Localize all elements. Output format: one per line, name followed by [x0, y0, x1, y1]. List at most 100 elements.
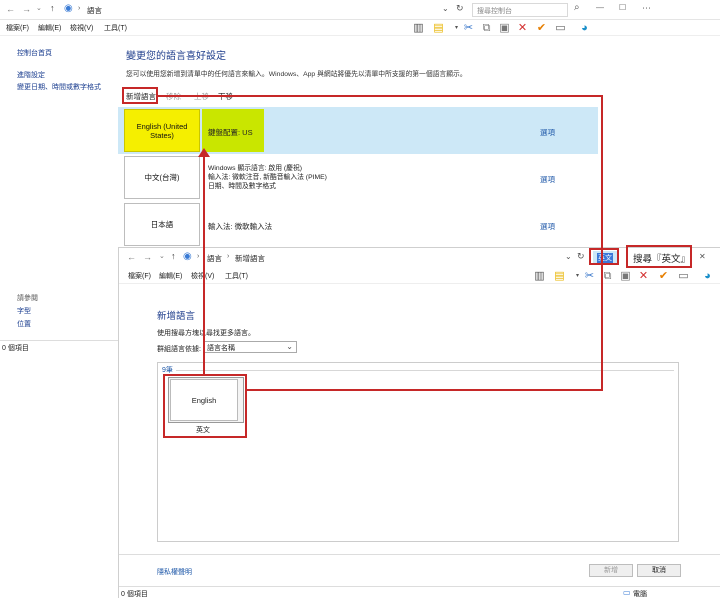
dropdown-arrow-icon[interactable]: ⌄ — [442, 4, 449, 13]
menu-tools[interactable]: 工具(T) — [104, 23, 127, 33]
front-search-input[interactable]: 英文 — [593, 251, 617, 265]
result-tile-name: English — [191, 395, 217, 405]
paste-icon[interactable]: ▣ — [498, 22, 511, 35]
breadcrumb-languages[interactable]: 語言 — [87, 5, 102, 16]
page-description: 您可以使用您新增到清單中的任何語言來輸入。Windows、App 與網站將優先以… — [126, 71, 467, 78]
language-row-chinese[interactable]: 中文(台灣) Windows 顯示語言: 啟用 (慶祝) 輸入法: 微軟注音, … — [118, 154, 598, 201]
front-delete-icon[interactable]: ✕ — [637, 270, 650, 283]
front-status-bar: 0 個項目 ▭ 電腦 — [119, 586, 720, 598]
delete-icon[interactable]: ✕ — [516, 22, 529, 35]
language-detail-japanese: 輸入法: 微軟輸入法 — [208, 222, 273, 231]
language-tile-english[interactable]: English (United States) — [124, 109, 200, 152]
front-recent-chevron-icon[interactable]: ⌄ — [159, 252, 165, 260]
front-breadcrumb-add-language[interactable]: 新增語言 — [235, 253, 265, 264]
front-globe-icon[interactable]: ◕ — [701, 270, 714, 283]
rename-icon[interactable]: ▭ — [554, 22, 567, 35]
search-icon[interactable]: ⌕ — [574, 2, 580, 13]
front-copy-icon[interactable]: ⧉ — [601, 270, 614, 283]
options-link-japanese[interactable]: 選項 — [540, 221, 555, 232]
forward-arrow-icon[interactable]: → — [22, 4, 31, 14]
sidebar-advanced-settings[interactable]: 進階設定 — [17, 70, 45, 80]
menu-view[interactable]: 檢視(V) — [70, 23, 93, 33]
add-language-window: ← → ⌄ ↑ ◉ › 語言 › 新增語言 ⌄ ↻ 英文 搜尋『英文』 ✕ 檔案… — [118, 247, 720, 598]
cut-icon[interactable]: ✂ — [462, 22, 475, 35]
back-menu-bar: 檔案(F) 編輯(E) 檢視(V) 工具(T) ▥ ▤ ▾ ✂ ⧉ ▣ ✕ ✔ … — [0, 20, 720, 36]
language-detail-chinese: Windows 顯示語言: 啟用 (慶祝) 輸入法: 微軟注音, 新酷音輸入法 … — [208, 165, 327, 190]
group-by-label: 群組語言依據: — [157, 346, 201, 353]
menu-file[interactable]: 檔案(F) — [6, 23, 29, 33]
back-address-bar: ← → ⌄ ↑ ◉ › 語言 ⌄ ↻ 搜尋控制台 ⌕ — ☐ ⋯ — [0, 0, 720, 20]
add-language-button[interactable]: 新增語言 — [126, 91, 156, 102]
move-down-button[interactable]: 下移 — [218, 91, 233, 102]
front-folder-options-icon[interactable]: ▤ — [553, 270, 566, 283]
arrowhead-up-icon — [198, 148, 210, 157]
move-up-button[interactable]: 上移 — [194, 91, 209, 102]
group-divider — [176, 370, 674, 371]
front-control-panel-icon: ◉ — [183, 251, 192, 262]
close-search-tab-icon[interactable]: ✕ — [699, 252, 706, 261]
footer-divider — [119, 554, 720, 555]
front-dropdown-arrow-icon[interactable]: ⌄ — [565, 252, 572, 261]
folder-options-icon[interactable]: ▤ — [432, 22, 445, 35]
language-tile-japanese[interactable]: 日本語 — [124, 203, 200, 246]
front-menu-bar: 檔案(F) 編輯(E) 檢視(V) 工具(T) ▥ ▤ ▾ ✂ ⧉ ▣ ✕ ✔ … — [119, 268, 720, 284]
options-link-chinese[interactable]: 選項 — [540, 174, 555, 185]
front-check-icon[interactable]: ✔ — [657, 270, 670, 283]
control-panel-icon: ◉ — [64, 3, 73, 14]
front-cut-icon[interactable]: ✂ — [583, 270, 596, 283]
up-arrow-icon[interactable]: ↑ — [50, 3, 55, 13]
remove-language-button[interactable]: 移除 — [166, 91, 181, 102]
front-refresh-icon[interactable]: ↻ — [577, 251, 585, 262]
language-detail-english: 鍵盤配置: US — [208, 128, 253, 137]
options-link-english[interactable]: 選項 — [540, 127, 555, 138]
menu-edit[interactable]: 編輯(E) — [38, 23, 61, 33]
cancel-button[interactable]: 取消 — [637, 564, 681, 577]
copy-icon[interactable]: ⧉ — [480, 22, 493, 35]
sidebar-change-datetime[interactable]: 變更日期、時間或數字格式 — [17, 82, 101, 92]
add-button[interactable]: 新增 — [589, 564, 633, 577]
toolbar-more-icon[interactable]: ⋯ — [642, 3, 651, 14]
globe-icon[interactable]: ◕ — [578, 22, 591, 35]
back-arrow-icon[interactable]: ← — [6, 4, 15, 14]
front-paste-icon[interactable]: ▣ — [619, 270, 632, 283]
result-count: 9筆 — [162, 367, 173, 374]
sidebar-control-panel-home[interactable]: 控制台首頁 — [17, 48, 52, 58]
search-input[interactable]: 搜尋控制台 — [472, 3, 568, 17]
back-status-bar: 0 個項目 — [0, 340, 118, 352]
minimize-icon[interactable]: — — [596, 3, 604, 12]
front-breadcrumb-separator2-icon: › — [227, 253, 230, 260]
front-address-bar: ← → ⌄ ↑ ◉ › 語言 › 新增語言 ⌄ ↻ 英文 搜尋『英文』 ✕ — [119, 248, 720, 268]
check-icon[interactable]: ✔ — [535, 22, 548, 35]
sidebar-fonts[interactable]: 字型 — [17, 306, 31, 316]
language-results-pane: 9筆 English 英文 — [157, 362, 679, 542]
maximize-icon[interactable]: ☐ — [619, 3, 626, 12]
front-forward-arrow-icon[interactable]: → — [143, 252, 152, 262]
front-breadcrumb-languages[interactable]: 語言 — [207, 253, 222, 264]
front-layout-icon[interactable]: ▥ — [533, 270, 546, 283]
front-menu-tools[interactable]: 工具(T) — [225, 271, 248, 281]
language-row-japanese[interactable]: 日本語 輸入法: 微軟輸入法 選項 — [118, 201, 598, 248]
front-up-arrow-icon[interactable]: ↑ — [171, 251, 176, 261]
recent-chevron-icon[interactable]: ⌄ — [36, 4, 42, 12]
front-menu-file[interactable]: 檔案(F) — [128, 271, 151, 281]
add-language-title: 新增語言 — [157, 311, 196, 322]
front-rename-icon[interactable]: ▭ — [677, 270, 690, 283]
front-menu-view[interactable]: 檢視(V) — [191, 271, 214, 281]
language-tile-english-result[interactable]: English — [168, 377, 244, 423]
privacy-link[interactable]: 隱私權聲明 — [157, 567, 192, 577]
layout-icon[interactable]: ▥ — [412, 22, 425, 35]
sidebar-see-also: 請參閱 — [17, 295, 38, 302]
language-tile-chinese[interactable]: 中文(台灣) — [124, 156, 200, 199]
computer-icon: ▭ — [623, 588, 631, 597]
language-row-english[interactable]: English (United States) 鍵盤配置: US 選項 — [118, 107, 598, 154]
front-back-arrow-icon[interactable]: ← — [127, 252, 136, 262]
sidebar-location[interactable]: 位置 — [17, 319, 31, 329]
front-menu-edit[interactable]: 編輯(E) — [159, 271, 182, 281]
front-breadcrumb-separator-icon: › — [197, 253, 200, 260]
search-hint: 使用搜尋方塊以尋找更多語言。 — [157, 330, 255, 337]
group-by-select[interactable]: 語言名稱 ⌄ — [203, 341, 297, 353]
search-tab-english[interactable]: 搜尋『英文』 — [629, 248, 693, 267]
result-tile-caption: 英文 — [196, 427, 210, 434]
page-title: 變更您的語言喜好設定 — [126, 51, 226, 62]
refresh-icon[interactable]: ↻ — [456, 3, 464, 14]
